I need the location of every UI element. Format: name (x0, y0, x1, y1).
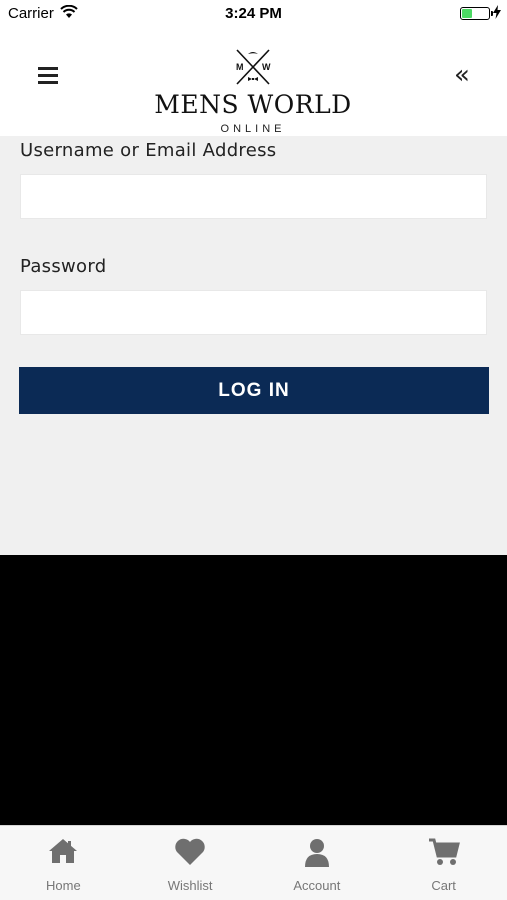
logo-letter-m: M (236, 62, 244, 72)
login-form: Username or Email Address Password LOG I… (0, 136, 507, 555)
status-time: 3:24 PM (225, 5, 282, 22)
password-label: Password (20, 256, 107, 277)
app-header: M W MENS WORLD ONLINE « (0, 26, 507, 136)
empty-content-area (0, 555, 507, 825)
tab-account[interactable]: Account (254, 826, 381, 900)
tab-home-label: Home (46, 878, 81, 893)
password-input[interactable] (20, 290, 487, 335)
charging-bolt-icon (493, 5, 501, 19)
brand-logo: M W MENS WORLD ONLINE (153, 48, 353, 138)
crossed-swords-logo-icon: M W (236, 49, 271, 85)
tab-cart-label: Cart (431, 878, 456, 893)
user-icon (304, 839, 329, 867)
logo-title: MENS WORLD (154, 90, 352, 119)
logo-subtitle: ONLINE (220, 123, 286, 135)
username-input[interactable] (20, 174, 487, 219)
tab-account-label: Account (293, 878, 341, 893)
tab-wishlist-label: Wishlist (167, 878, 213, 893)
hamburger-menu-icon[interactable] (38, 67, 58, 85)
tab-wishlist[interactable]: Wishlist (127, 826, 254, 900)
logo-letter-w: W (262, 62, 271, 72)
double-chevron-left-icon[interactable]: « (454, 62, 472, 88)
username-label: Username or Email Address (20, 140, 277, 161)
tab-home[interactable]: Home (0, 826, 127, 900)
status-bar: Carrier 3:24 PM (0, 0, 507, 26)
bottom-tab-bar: Home Wishlist Account Cart (0, 825, 507, 900)
cart-icon (428, 838, 460, 865)
login-button[interactable]: LOG IN (19, 367, 489, 414)
heart-icon (175, 838, 205, 865)
battery-icon (460, 7, 493, 20)
home-icon (49, 839, 78, 863)
tab-cart[interactable]: Cart (380, 826, 507, 900)
